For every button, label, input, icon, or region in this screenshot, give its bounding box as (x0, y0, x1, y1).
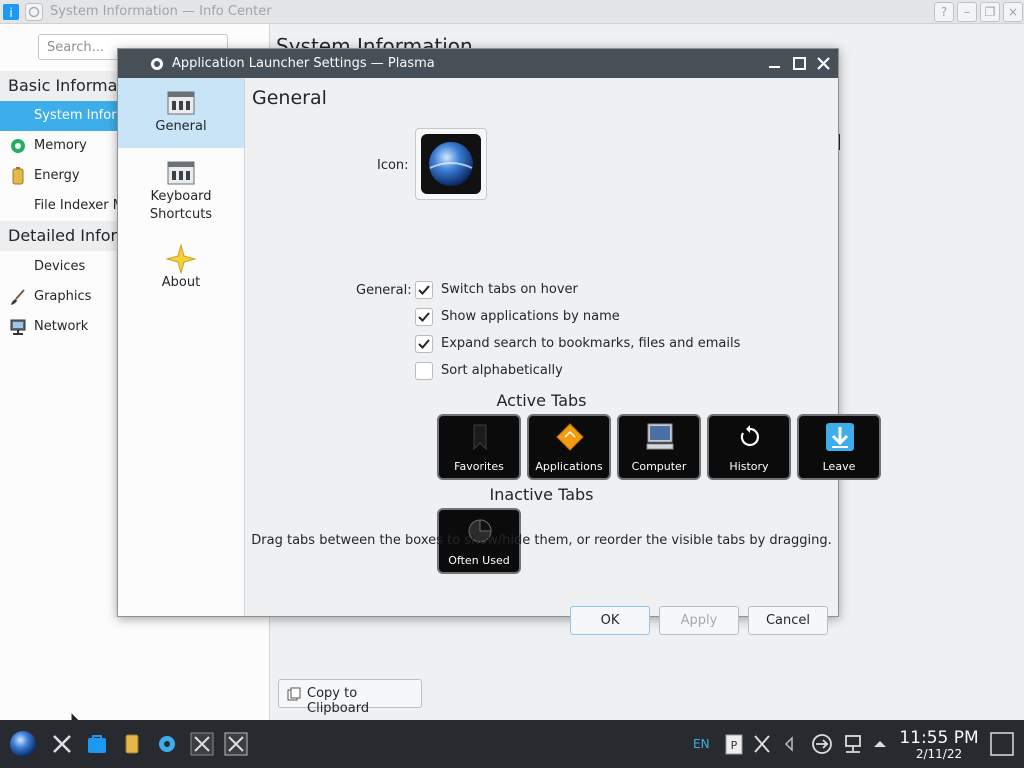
checkbox-checked[interactable] (415, 335, 433, 353)
dialog-maximize-icon[interactable] (791, 55, 808, 72)
dialog-sidebar: General Keyboard Shortcuts About (118, 78, 245, 616)
files-icon[interactable] (120, 732, 144, 756)
volume-icon[interactable] (778, 732, 802, 756)
battery-icon (12, 167, 24, 185)
checkbox-checked[interactable] (415, 308, 433, 326)
dialog-close-icon[interactable] (815, 55, 832, 72)
network-tray-icon[interactable] (841, 732, 865, 756)
keyboard-shortcuts-icon (167, 161, 195, 185)
memory-icon (11, 139, 25, 153)
dialog-content: General Icon: General: Switch tabs on ho… (245, 78, 881, 635)
show-desktop-icon[interactable] (990, 732, 1014, 756)
application-launcher-icon[interactable] (8, 729, 38, 759)
tools-icon[interactable] (50, 732, 74, 756)
bookmark-icon (473, 424, 487, 451)
clock-time[interactable]: 11:55 PM (898, 728, 980, 748)
cancel-button[interactable]: Cancel (748, 606, 828, 635)
svg-text:i: i (9, 6, 12, 20)
xorg-window-icon[interactable] (224, 732, 248, 756)
active-tabs-heading: Active Tabs (496, 391, 587, 410)
info-center-icon: i (3, 4, 19, 20)
page-title: General (252, 87, 327, 109)
dialog-minimize-icon[interactable] (766, 55, 783, 72)
clock-date[interactable]: 2/11/22 (898, 747, 980, 761)
expand-tray-icon[interactable] (868, 732, 892, 756)
history-icon (740, 425, 759, 447)
applications-icon (556, 423, 584, 451)
computer-icon (646, 423, 674, 450)
general-label: General: (356, 283, 412, 298)
refresh-icon[interactable] (25, 3, 43, 21)
plasma-icon (151, 58, 163, 70)
drag-hint-text: Drag tabs between the boxes to show/hide… (251, 533, 832, 548)
background-window-title: System Information — Info Center (50, 4, 272, 19)
tab-applications[interactable]: Applications (527, 414, 611, 480)
checkbox-checked[interactable] (415, 281, 433, 299)
dialog-title: Application Launcher Settings — Plasma (172, 56, 435, 71)
checkbox-unchecked[interactable] (415, 362, 433, 380)
application-launcher-settings-dialog: Application Launcher Settings — Plasma G… (117, 48, 881, 635)
brush-icon (11, 289, 25, 305)
apply-button[interactable]: Apply (659, 606, 739, 635)
store-icon[interactable] (85, 732, 109, 756)
icon-label: Icon: (377, 158, 409, 173)
launcher-icon-button[interactable] (415, 128, 487, 200)
settings-panel-icon (167, 91, 195, 115)
tab-leave[interactable]: Leave (797, 414, 881, 480)
dialog-titlebar[interactable]: Application Launcher Settings — Plasma (118, 49, 838, 78)
tab-favorites[interactable]: Favorites (437, 414, 521, 480)
keyboard-layout-indicator[interactable]: EN (693, 737, 710, 751)
help-button[interactable]: ? (934, 2, 954, 22)
star-icon (166, 244, 196, 274)
svg-text:P: P (731, 739, 738, 752)
taskbar: EN P 11:55 PM 2/11/22 (0, 720, 1024, 768)
ok-button[interactable]: OK (570, 606, 650, 635)
scissors-icon[interactable] (750, 732, 774, 756)
clipboard-icon (287, 687, 301, 701)
settings-gear-icon[interactable] (155, 732, 179, 756)
leave-icon (826, 423, 854, 451)
sidebar-item-keyboard-shortcuts[interactable]: Keyboard Shortcuts (118, 158, 244, 228)
copy-to-clipboard-button[interactable]: Copy to Clipboard (278, 679, 422, 716)
maximize-button[interactable]: ❐ (980, 2, 1000, 22)
inactive-tabs-heading: Inactive Tabs (489, 485, 594, 504)
launcher-globe-icon (429, 142, 473, 186)
sidebar-item-general[interactable]: General (118, 78, 244, 148)
tab-computer[interactable]: Computer (617, 414, 701, 480)
xorg-window-icon[interactable] (190, 732, 214, 756)
close-button[interactable]: × (1003, 2, 1023, 22)
sidebar-item-about[interactable]: About (118, 244, 244, 300)
background-window-titlebar: i System Information — Info Center ? – ❐… (0, 0, 1024, 24)
network-icon (10, 319, 26, 335)
minimize-button[interactable]: – (957, 2, 977, 22)
clipboard-tray-icon[interactable]: P (722, 732, 746, 756)
usb-icon[interactable] (810, 732, 834, 756)
tab-history[interactable]: History (707, 414, 791, 480)
